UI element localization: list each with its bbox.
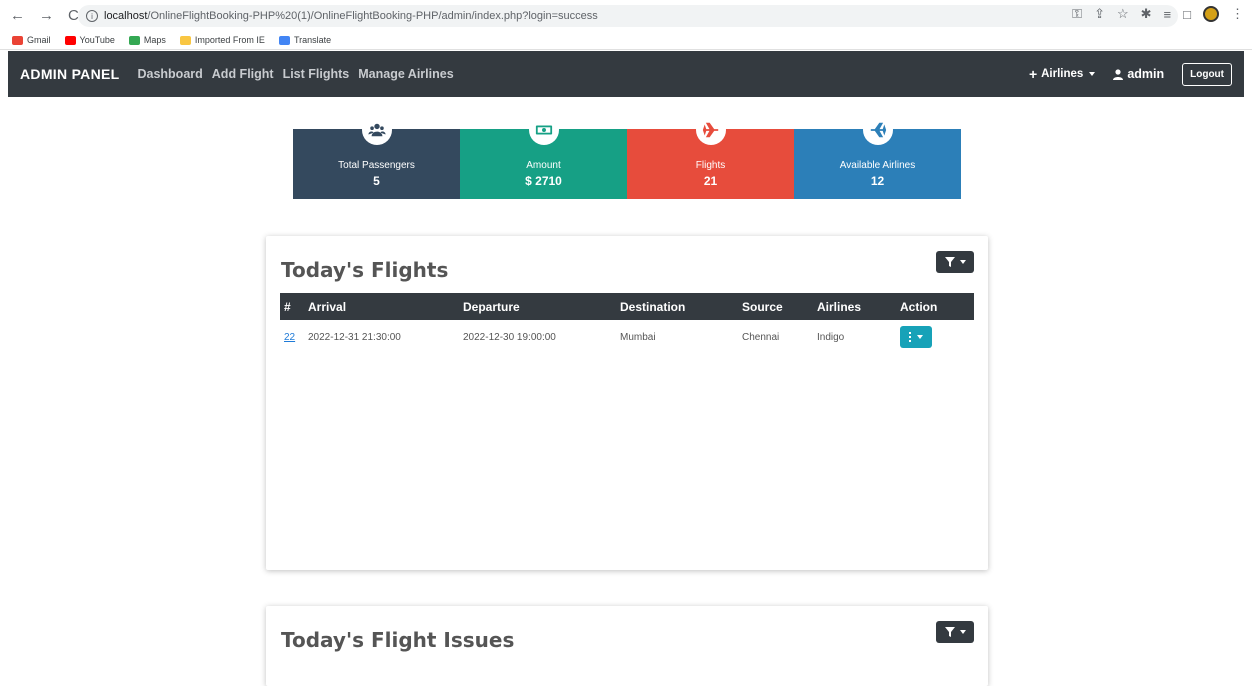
share-icon[interactable]: ⇪ [1094,6,1105,22]
flights-table: # Arrival Departure Destination Source A… [280,293,974,354]
nav-manage-airlines[interactable]: Manage Airlines [358,67,453,81]
table-row: 22 2022-12-31 21:30:00 2022-12-30 19:00:… [280,320,974,354]
stat-value: 12 [870,174,885,188]
youtube-icon [64,35,76,45]
maps-icon [128,35,140,45]
todays-flights-card: Today's Flights # Arrival Departure Dest… [266,236,988,570]
cell-airline: Indigo [817,331,845,343]
plane-icon [862,115,893,145]
filter-button[interactable] [936,621,974,643]
bookmark-maps[interactable]: Maps [128,35,166,45]
col-header: Airlines [817,299,862,314]
chevron-down-icon [917,335,923,339]
kebab-icon [909,332,911,342]
user-menu[interactable]: admin [1113,67,1164,81]
chevron-down-icon [1089,72,1096,76]
col-header: Destination [620,299,686,314]
card-title: Today's Flight Issues [281,628,515,652]
cell-source: Chennai [742,331,780,343]
side-panel-icon[interactable]: □ [1183,7,1191,22]
star-icon[interactable]: ☆ [1117,6,1129,22]
bookmark-gmail[interactable]: Gmail [12,35,51,45]
stat-available-airlines: Available Airlines 12 [794,115,961,199]
browser-nav: ← → C [10,7,80,24]
stat-label: Amount [526,160,561,171]
bookmark-imported[interactable]: Imported From IE [179,35,265,45]
back-icon[interactable]: ← [10,7,25,24]
cell-arrival: 2022-12-31 21:30:00 [308,331,401,343]
menu-icon[interactable]: ⋮ [1231,6,1244,22]
cell-destination: Mumbai [620,331,656,343]
bookmarks-bar: Gmail YouTube Maps Imported From IE Tran… [0,31,1252,50]
reading-list-icon[interactable]: ≡ [1164,7,1172,22]
filter-icon [944,257,955,267]
cell-departure: 2022-12-30 19:00:00 [463,331,556,343]
admin-navbar: ADMIN PANEL Dashboard Add Flight List Fl… [8,51,1244,97]
forward-icon[interactable]: → [39,7,54,24]
stat-value: $ 2710 [525,174,562,188]
col-header: Source [742,299,783,314]
stat-label: Available Airlines [839,160,916,171]
filter-button[interactable] [936,251,974,273]
key-icon[interactable]: ⚿ [1072,6,1082,22]
nav-links: Dashboard Add Flight List Flights Manage… [137,67,453,81]
stats-row: Total Passengers 5 Amount $ 2710 Flights… [293,115,961,199]
stat-label: Total Passengers [338,160,415,171]
address-bar[interactable]: i localhost/OnlineFlightBooking-PHP%20(1… [78,5,1178,27]
chevron-down-icon [959,630,966,634]
translate-icon [278,35,290,45]
stat-flights: Flights 21 [627,115,794,199]
stat-value: 5 [373,174,380,188]
chevron-down-icon [959,260,966,264]
gmail-icon [12,35,23,45]
flight-id-link[interactable]: 22 [284,332,295,343]
plus-icon: + [1028,66,1038,82]
airlines-dropdown[interactable]: + Airlines [1028,66,1096,82]
stat-total-passengers: Total Passengers 5 [293,115,460,199]
nav-dashboard[interactable]: Dashboard [137,67,202,81]
plane-icon [695,115,726,145]
folder-icon [179,35,191,45]
profile-avatar[interactable] [1203,6,1219,22]
browser-toolbar: ← → C i localhost/OnlineFlightBooking-PH… [0,0,1252,31]
extensions-icon[interactable]: ✱ [1141,6,1152,22]
table-header-row: # Arrival Departure Destination Source A… [280,293,974,320]
stat-amount: Amount $ 2710 [460,115,627,199]
col-header: Action [900,299,938,314]
action-menu-button[interactable] [900,326,932,348]
money-icon [528,115,559,145]
nav-right: + Airlines admin Logout [1028,62,1232,86]
stat-label: Flights [695,160,726,171]
stat-value: 21 [703,174,718,188]
filter-icon [944,627,955,637]
brand[interactable]: ADMIN PANEL [20,66,119,82]
logout-button[interactable]: Logout [1182,62,1232,86]
col-header: Departure [463,299,520,314]
user-icon [1113,68,1124,80]
url-host: localhost [104,10,148,22]
browser-actions: ⚿ ⇪ ☆ ✱ ≡ □ ⋮ [1072,6,1244,22]
info-icon[interactable]: i [86,10,98,22]
nav-list-flights[interactable]: List Flights [283,67,350,81]
url-path: /OnlineFlightBooking-PHP%20(1)/OnlineFli… [147,10,598,22]
card-title: Today's Flights [281,258,449,282]
col-header: # [284,299,291,314]
bookmark-translate[interactable]: Translate [278,35,331,45]
nav-add-flight[interactable]: Add Flight [212,67,274,81]
todays-flight-issues-card: Today's Flight Issues [266,606,988,686]
users-icon [361,115,392,145]
bookmark-youtube[interactable]: YouTube [64,35,115,45]
col-header: Arrival [308,299,347,314]
